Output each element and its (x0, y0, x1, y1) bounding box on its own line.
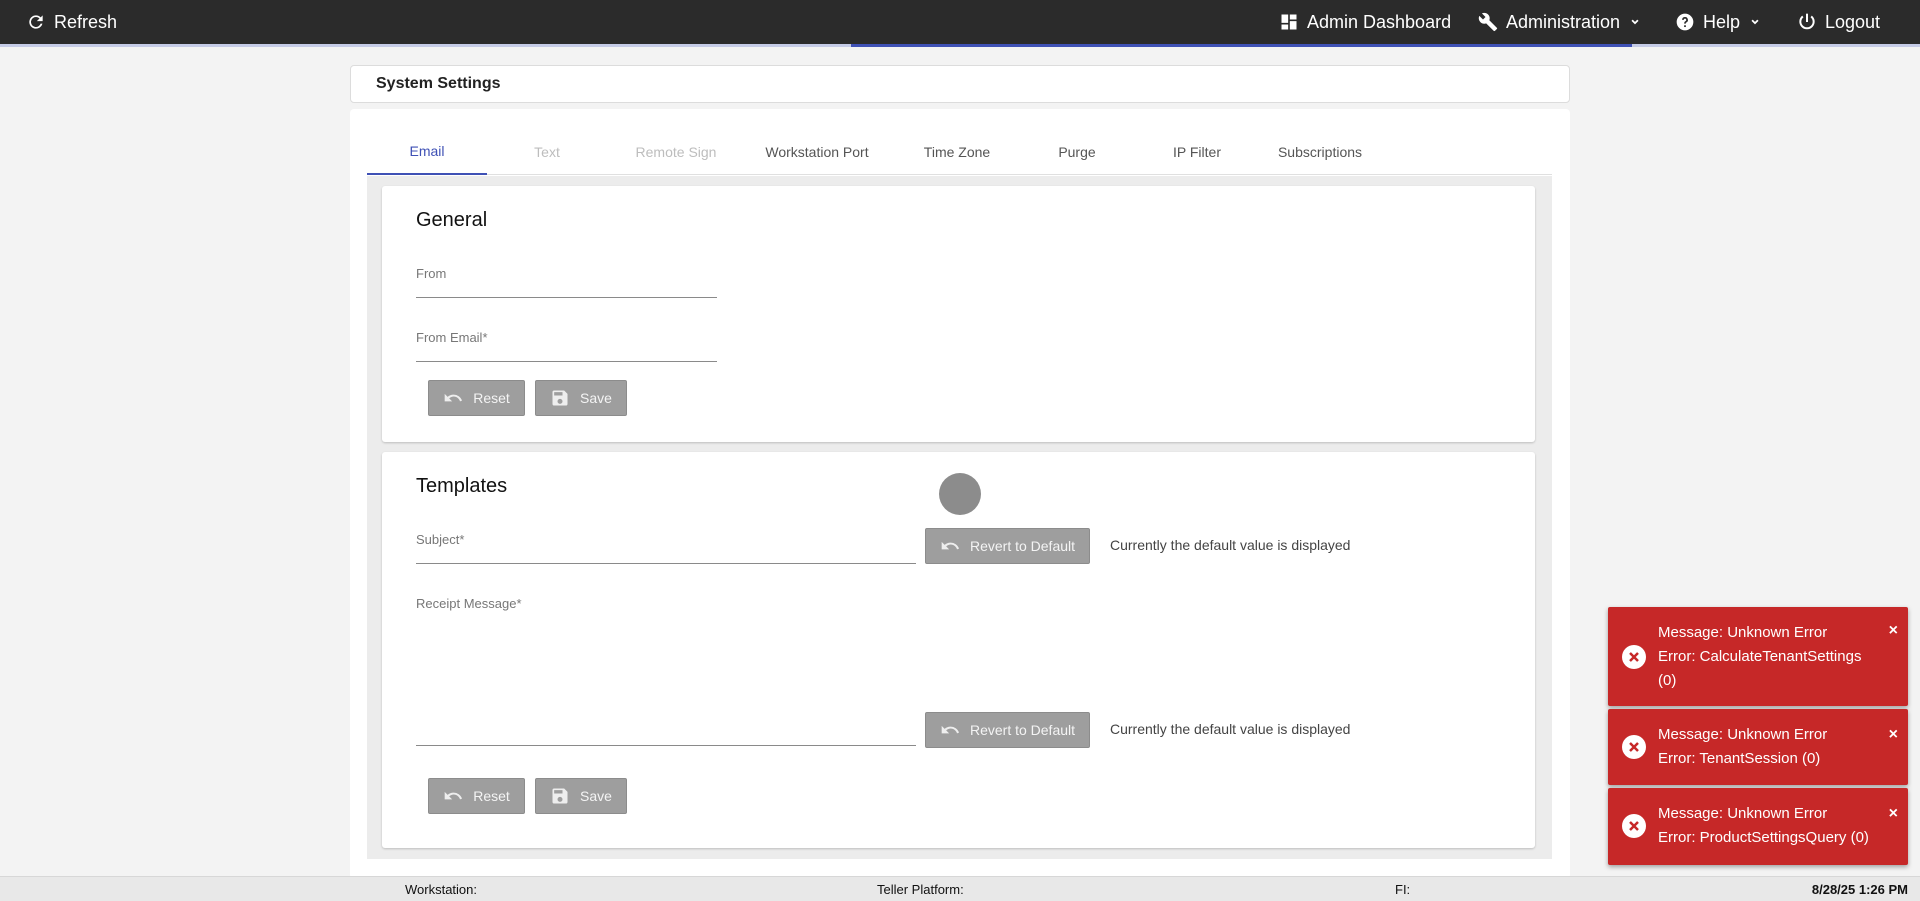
toast-text: Message: Unknown Error Error: TenantSess… (1658, 723, 1878, 771)
logout-button[interactable]: Logout (1797, 0, 1880, 44)
chevron-down-icon (1631, 19, 1639, 25)
general-reset-button[interactable]: Reset (428, 380, 525, 416)
help-icon (1676, 13, 1694, 31)
page-title: System Settings (350, 65, 1570, 103)
toast-close-button[interactable]: × (1889, 623, 1898, 639)
receipt-revert-button[interactable]: Revert to Default (925, 712, 1090, 748)
email-tab-content: General From From Email* Reset Save Temp… (367, 176, 1552, 859)
receipt-default-hint: Currently the default value is displayed (1110, 721, 1351, 737)
top-navigation-bar: Refresh Admin Dashboard Administration H… (0, 0, 1920, 47)
undo-icon (941, 541, 959, 550)
error-toast: Message: Unknown Error Error: CalculateT… (1608, 607, 1908, 706)
templates-save-label: Save (580, 788, 612, 804)
templates-reset-button[interactable]: Reset (428, 778, 525, 814)
toast-message: Message: Unknown Error (1658, 805, 1828, 822)
templates-reset-label: Reset (473, 788, 510, 804)
tab-purge[interactable]: Purge (1017, 129, 1137, 175)
general-save-label: Save (580, 390, 612, 406)
error-toast: Message: Unknown Error Error: ProductSet… (1608, 788, 1908, 865)
error-toast: Message: Unknown Error Error: TenantSess… (1608, 709, 1908, 785)
tab-subscriptions[interactable]: Subscriptions (1255, 129, 1385, 175)
help-label: Help (1703, 11, 1741, 32)
subject-field[interactable]: Subject* (416, 522, 916, 564)
floppy-icon (552, 390, 568, 406)
receipt-message-label: Receipt Message* (416, 596, 522, 611)
logout-label: Logout (1825, 11, 1881, 32)
refresh-label: Refresh (54, 11, 118, 32)
administration-label: Administration (1506, 11, 1621, 32)
refresh-button[interactable]: Refresh (26, 0, 117, 44)
status-workstation: Workstation: (405, 882, 478, 897)
power-icon (1799, 13, 1815, 30)
administration-menu[interactable]: Administration (1478, 0, 1642, 44)
toast-message: Message: Unknown Error (1658, 624, 1828, 641)
from-email-input[interactable] (416, 340, 717, 360)
toast-text: Message: Unknown Error Error: CalculateT… (1658, 621, 1878, 693)
toast-error: Error: CalculateTenantSettings (0) (1658, 648, 1862, 689)
admin-dashboard-label: Admin Dashboard (1307, 11, 1452, 32)
tab-ip-filter[interactable]: IP Filter (1137, 129, 1257, 175)
tab-email[interactable]: Email (367, 129, 487, 175)
topbar-accent-line (0, 44, 1920, 47)
settings-tabs: Email Text Remote Sign Workstation Port … (367, 129, 1552, 175)
admin-dashboard-link[interactable]: Admin Dashboard (1279, 0, 1451, 44)
status-fi: FI: (1395, 882, 1411, 897)
dashboard-icon (1281, 14, 1297, 30)
templates-save-button[interactable]: Save (535, 778, 627, 814)
receipt-message-input[interactable] (416, 616, 916, 742)
wrench-icon (1478, 12, 1498, 32)
receipt-revert-label: Revert to Default (969, 722, 1076, 738)
loading-indicator (939, 473, 981, 515)
tab-time-zone[interactable]: Time Zone (897, 129, 1017, 175)
receipt-message-field[interactable]: Receipt Message* (416, 586, 916, 746)
toast-close-button[interactable]: × (1889, 806, 1898, 822)
undo-icon (444, 791, 463, 800)
toast-error: Error: ProductSettingsQuery (0) (1658, 829, 1869, 846)
toast-close-button[interactable]: × (1889, 727, 1898, 743)
error-circle-icon (1622, 645, 1646, 669)
accent-active-segment (851, 44, 1632, 47)
subject-default-hint: Currently the default value is displayed (1110, 537, 1351, 553)
help-menu[interactable]: Help (1675, 0, 1762, 44)
from-email-field[interactable]: From Email* (416, 320, 717, 362)
toast-message: Message: Unknown Error (1658, 726, 1828, 743)
chevron-down-icon (1751, 19, 1759, 25)
undo-icon (941, 725, 959, 734)
error-circle-icon (1622, 814, 1646, 838)
status-bar: Workstation: Teller Platform: FI: 8/28/2… (0, 876, 1920, 901)
tab-workstation-port[interactable]: Workstation Port (742, 129, 892, 175)
general-save-button[interactable]: Save (535, 380, 627, 416)
tab-remote-sign: Remote Sign (635, 144, 717, 160)
subject-input[interactable] (416, 542, 916, 562)
toast-error: Error: TenantSession (0) (1658, 750, 1821, 767)
refresh-icon (29, 15, 43, 29)
subject-revert-button[interactable]: Revert to Default (925, 528, 1090, 564)
subject-revert-label: Revert to Default (969, 538, 1076, 554)
tab-text: Text (534, 144, 560, 160)
toast-text: Message: Unknown Error Error: ProductSet… (1658, 802, 1878, 850)
general-title: General (416, 209, 488, 231)
from-input[interactable] (416, 276, 717, 296)
templates-title: Templates (416, 475, 508, 497)
floppy-icon (552, 788, 568, 804)
status-datetime: 8/28/25 1:26 PM (1811, 882, 1908, 897)
error-circle-icon (1622, 735, 1646, 759)
general-reset-label: Reset (473, 390, 510, 406)
undo-icon (444, 393, 463, 402)
from-field[interactable]: From (416, 256, 717, 298)
general-section: General From From Email* Reset Save (382, 186, 1535, 442)
status-teller-platform: Teller Platform: (877, 882, 964, 897)
